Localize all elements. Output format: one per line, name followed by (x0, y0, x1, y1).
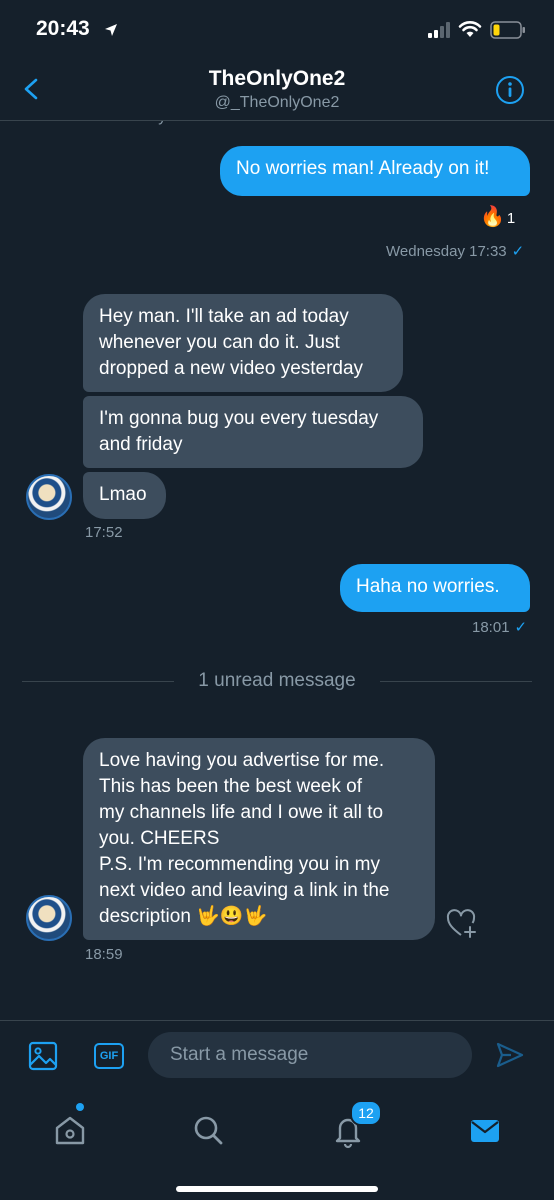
read-check-icon: ✓ (514, 619, 528, 636)
read-check-icon: ✓ (511, 243, 525, 260)
message-line: This has been the best week of (99, 776, 362, 797)
message-line: description 🤟😃🤟 (99, 906, 268, 927)
message-bubble-received[interactable]: Love having you advertise for me. This h… (83, 738, 435, 940)
timestamp-text: 18:59 (85, 946, 123, 963)
heart-plus-icon[interactable] (445, 908, 479, 938)
message-bubble-sent[interactable]: Haha no worries. (340, 564, 530, 612)
message-composer: GIF (0, 1020, 554, 1091)
new-content-dot (76, 1103, 84, 1111)
message-line: P.S. I'm recommending you in my (99, 854, 381, 875)
send-icon[interactable] (496, 1041, 524, 1069)
bottom-tab-bar: 12 (0, 1090, 554, 1200)
conversation-thread[interactable]: Wednesday 17:28 No worries man! Already … (0, 100, 554, 1020)
conversation-title[interactable]: TheOnlyOne2 (0, 67, 554, 91)
message-text: Haha no worries. (356, 576, 500, 597)
contact-avatar[interactable] (26, 474, 72, 520)
message-bubble-received[interactable]: Lmao (83, 472, 166, 519)
message-line: Hey man. I'll take an ad today (99, 306, 349, 327)
conversation-header: TheOnlyOne2 @_TheOnlyOne2 (0, 60, 554, 121)
cellular-signal-icon (428, 22, 450, 38)
status-time: 20:43 (36, 17, 90, 40)
fire-emoji: 🔥 (480, 206, 505, 228)
timestamp-text: Wednesday 17:33 (386, 243, 507, 260)
message-timestamp: 17:52 (85, 524, 123, 541)
message-bubble-received[interactable]: Hey man. I'll take an ad today whenever … (83, 294, 403, 392)
wifi-icon (458, 21, 482, 37)
message-line: whenever you can do it. Just (99, 332, 340, 353)
location-arrow-icon (105, 24, 117, 36)
timestamp-text: 17:52 (85, 524, 123, 541)
reaction-count: 1 (506, 210, 516, 227)
status-bar: 20:43 (0, 0, 554, 60)
timestamp-text: 18:01 (472, 619, 510, 636)
message-line: I'm gonna bug you every tuesday (99, 408, 379, 429)
message-line: you. CHEERS (99, 828, 220, 849)
message-line: dropped a new video yesterday (99, 358, 364, 379)
message-timestamp: 18:59 (85, 946, 123, 963)
message-reaction[interactable]: 🔥 1 (480, 204, 515, 229)
image-icon[interactable] (28, 1041, 58, 1071)
notification-count-badge: 12 (350, 1100, 382, 1126)
contact-avatar[interactable] (26, 895, 72, 941)
message-line: my channels life and I owe it all to (99, 802, 384, 823)
message-timestamp: 18:01 ✓ (472, 618, 527, 636)
battery-icon (490, 21, 525, 39)
message-timestamp: Wednesday 17:33 ✓ (386, 242, 524, 260)
gif-button[interactable]: GIF (94, 1043, 124, 1069)
home-indicator[interactable] (176, 1186, 378, 1192)
message-line: Love having you advertise for me. (99, 750, 385, 771)
search-icon[interactable] (188, 1110, 228, 1150)
conversation-handle: @_TheOnlyOne2 (214, 94, 340, 111)
message-line: next video and leaving a link in the (99, 880, 390, 901)
divider-line (380, 681, 532, 682)
message-text: Lmao (99, 484, 147, 505)
message-bubble-sent[interactable]: No worries man! Already on it! (220, 146, 530, 196)
home-icon[interactable] (50, 1110, 90, 1150)
message-bubble-received[interactable]: I'm gonna bug you every tuesday and frid… (83, 396, 423, 468)
message-text: No worries man! Already on it! (236, 158, 490, 179)
info-icon[interactable] (495, 75, 525, 105)
messages-envelope-icon[interactable] (465, 1110, 505, 1150)
message-line: and friday (99, 434, 183, 455)
message-input[interactable] (148, 1032, 472, 1078)
